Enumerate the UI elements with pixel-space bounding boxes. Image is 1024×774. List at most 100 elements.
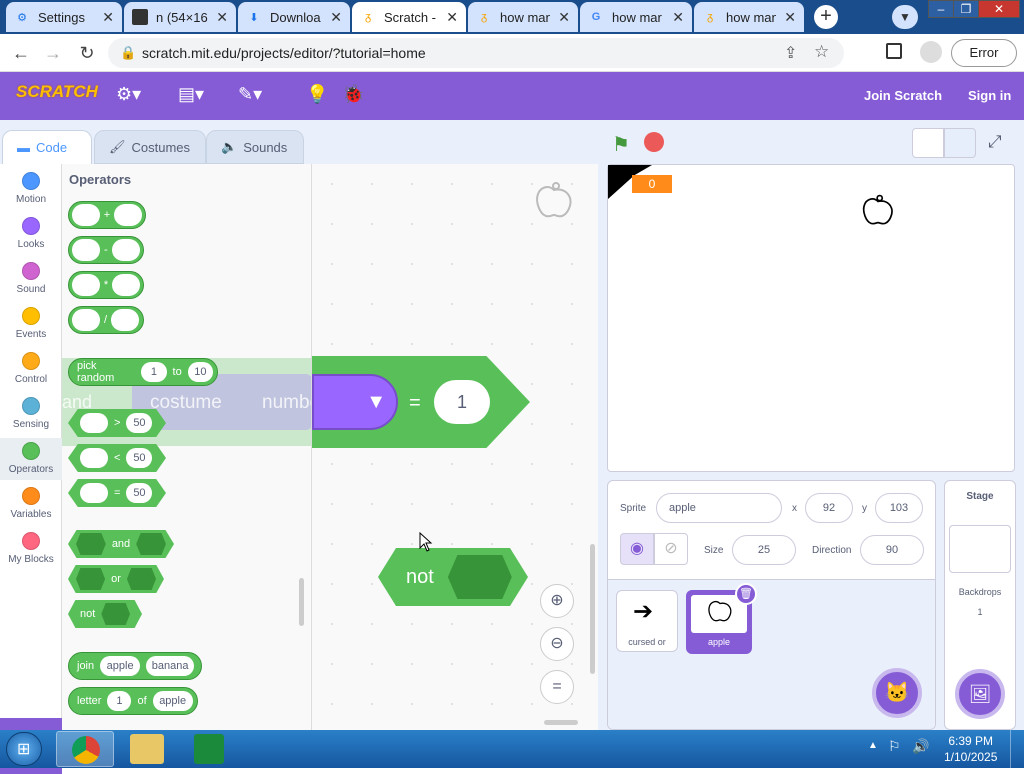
code-workspace[interactable]: number ▼ = 1 not ⊕ ⊖ = [312, 164, 598, 730]
tab-how-many-1[interactable]: ᵹ how man ✕ [468, 2, 578, 32]
category-motion[interactable]: Motion [0, 172, 62, 205]
choose-backdrop-button[interactable]: 🖼 [955, 669, 1005, 719]
tutorials-icon[interactable]: 💡 [306, 84, 328, 105]
input-slot[interactable]: banana [146, 656, 195, 676]
subtract-block[interactable]: - [68, 236, 144, 264]
input-slot[interactable]: apple [152, 691, 193, 711]
edit-menu-icon[interactable]: ✎▾ [238, 84, 262, 105]
error-button[interactable]: Error [951, 39, 1017, 67]
zoom-out-button[interactable]: ⊖ [540, 627, 574, 661]
and-block[interactable]: and [68, 530, 174, 558]
input-slot[interactable] [114, 204, 142, 226]
tab-code[interactable]: ▬ Code [2, 130, 92, 164]
tab-sounds[interactable]: 🔈 Sounds [206, 130, 304, 164]
start-button[interactable]: ⊞ [6, 732, 42, 766]
sidepanel-icon[interactable] [886, 43, 902, 59]
category-events[interactable]: Events [0, 307, 62, 340]
x-input[interactable]: 92 [805, 493, 853, 523]
close-icon[interactable]: ✕ [784, 9, 796, 26]
globe-settings-icon[interactable]: ⚙▾ [116, 84, 141, 105]
direction-input[interactable]: 90 [860, 535, 924, 565]
equals-block[interactable]: = 50 [68, 479, 166, 507]
sign-in-link[interactable]: Sign in [968, 88, 1011, 103]
y-input[interactable]: 103 [875, 493, 923, 523]
zoom-reset-button[interactable]: = [540, 670, 574, 704]
sprite-tile-cursed-or[interactable]: ➔ cursed or [616, 590, 678, 652]
store-icon[interactable] [194, 734, 224, 764]
or-block[interactable]: or [68, 565, 164, 593]
boolean-slot[interactable] [136, 533, 166, 555]
hide-sprite-button[interactable]: ⊘ [654, 533, 688, 565]
tab-how-many-2[interactable]: G how mar ✕ [580, 2, 692, 32]
green-flag-icon[interactable]: ⚑ [612, 132, 630, 157]
show-desktop-button[interactable] [1010, 730, 1024, 768]
small-stage-button[interactable] [912, 128, 944, 158]
input-slot[interactable] [80, 413, 108, 433]
action-center-icon[interactable]: ⚐ [888, 738, 901, 755]
to-input[interactable]: 10 [187, 362, 213, 382]
tab-downloads[interactable]: ⬇ Downloa ✕ [238, 2, 350, 32]
boolean-slot[interactable] [76, 533, 106, 555]
input-slot[interactable] [111, 309, 140, 331]
input-slot[interactable]: 50 [126, 483, 153, 503]
pick-random-block[interactable]: pick random 1 to 10 [68, 358, 218, 386]
scratch-logo[interactable]: SCRATCH [16, 82, 98, 108]
size-input[interactable]: 25 [732, 535, 796, 565]
clock[interactable]: 6:39 PM 1/10/2025 [944, 733, 997, 765]
input-slot[interactable] [72, 239, 100, 261]
minimize-button[interactable]: – [928, 0, 954, 18]
category-variables[interactable]: Variables [0, 487, 62, 520]
tab-image[interactable]: n (54×16 ✕ [124, 2, 236, 32]
input-slot[interactable]: 1 [107, 691, 132, 711]
less-than-block[interactable]: <50 [68, 444, 166, 472]
boolean-slot[interactable] [101, 603, 130, 625]
greater-than-block[interactable]: >50 [68, 409, 166, 437]
tab-search-button[interactable]: ▼ [892, 5, 918, 29]
star-icon[interactable]: ☆ [814, 42, 829, 62]
tray-up-icon[interactable]: ▲ [868, 740, 878, 751]
share-icon[interactable]: ⇪ [784, 43, 797, 63]
input-slot[interactable] [72, 309, 100, 331]
workspace-horizontal-scrollbar[interactable] [544, 720, 578, 725]
boolean-slot[interactable] [76, 568, 106, 590]
file-menu-icon[interactable]: ▤▾ [178, 84, 204, 105]
input-slot[interactable] [111, 239, 140, 261]
stage-selector[interactable]: Stage Backdrops 1 🖼 [944, 480, 1016, 730]
input-slot[interactable]: 50 [126, 413, 153, 433]
file-explorer-icon[interactable] [130, 734, 164, 764]
input-slot[interactable] [72, 274, 100, 296]
new-tab-button[interactable]: + [814, 5, 838, 29]
not-block[interactable]: not [68, 600, 142, 628]
taskbar-chrome[interactable] [56, 731, 114, 767]
costume-reporter[interactable]: number ▼ [312, 374, 398, 430]
boolean-slot[interactable] [447, 555, 512, 599]
workspace-vertical-scrollbar[interactable] [590, 544, 595, 674]
close-window-button[interactable]: ✕ [978, 0, 1020, 18]
category-sensing[interactable]: Sensing [0, 397, 62, 430]
close-icon[interactable]: ✕ [558, 9, 570, 26]
category-operators[interactable]: Operators [0, 438, 62, 480]
letter-of-block[interactable]: letter 1 of apple [68, 687, 198, 715]
volume-icon[interactable]: 🔊 [912, 738, 929, 755]
close-icon[interactable]: ✕ [672, 9, 684, 26]
palette-scrollbar[interactable] [299, 578, 304, 626]
fullscreen-icon[interactable]: ⤢ [988, 132, 1002, 152]
divide-block[interactable]: / [68, 306, 144, 334]
choose-sprite-button[interactable]: 🐱 [872, 668, 922, 718]
back-button[interactable]: ← [8, 40, 34, 66]
join-block[interactable]: join apple banana [68, 652, 202, 680]
backdrop-thumbnail[interactable] [949, 525, 1011, 573]
delete-sprite-button[interactable]: 🗑 [735, 583, 757, 605]
debug-icon[interactable]: 🐞 [342, 84, 364, 105]
maximize-button[interactable]: ❐ [953, 0, 979, 18]
add-block[interactable]: + [68, 201, 146, 229]
close-icon[interactable]: ✕ [330, 9, 342, 26]
join-scratch-link[interactable]: Join Scratch [864, 88, 942, 103]
tab-how-many-3[interactable]: ᵹ how man ✕ [694, 2, 804, 32]
input-slot[interactable] [112, 274, 140, 296]
input-slot[interactable]: apple [100, 656, 141, 676]
not-block-workspace[interactable]: not [378, 548, 528, 606]
category-looks[interactable]: Looks [0, 217, 62, 250]
tab-costumes[interactable]: 🖌 Costumes [94, 130, 206, 164]
category-control[interactable]: Control [0, 352, 62, 385]
